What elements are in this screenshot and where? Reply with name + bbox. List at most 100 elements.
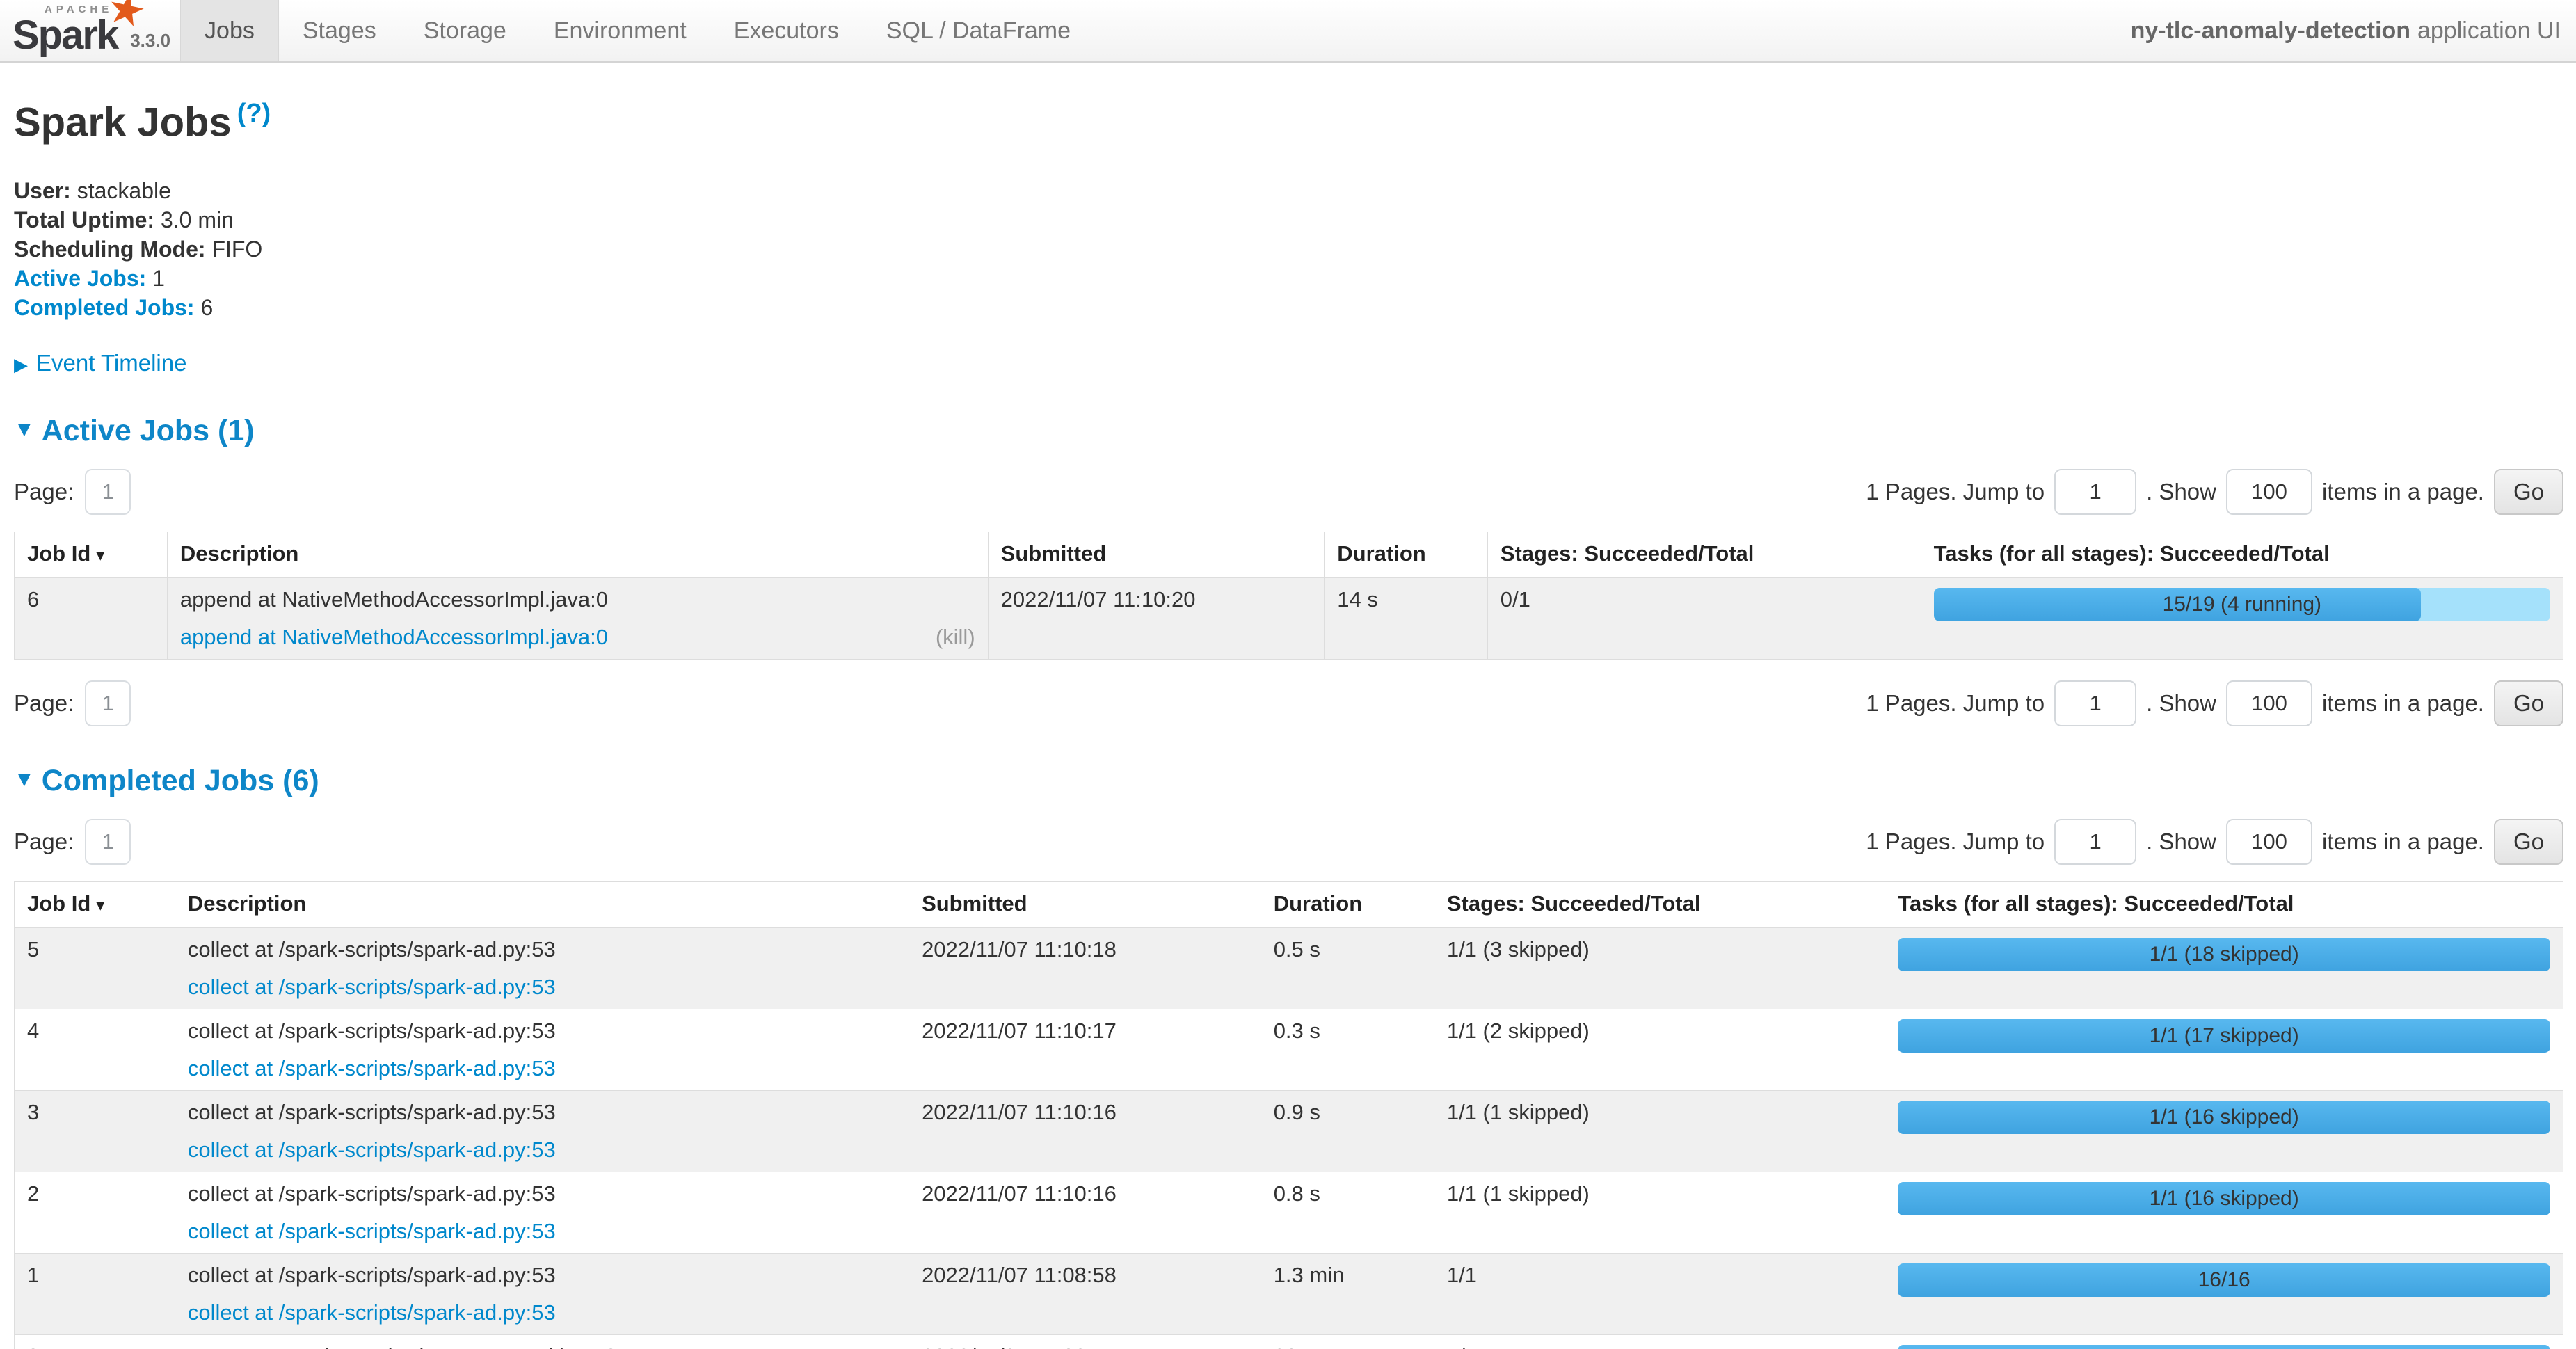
column-description[interactable]: Description	[167, 532, 988, 578]
job-submitted-cell: 2022/11/07 11:10:17	[909, 1009, 1261, 1091]
job-duration-cell: 0.9 s	[1261, 1091, 1434, 1172]
job-tasks-cell: 1/1 (16 skipped)	[1885, 1172, 2563, 1254]
nav-tab-storage[interactable]: Storage	[400, 0, 530, 61]
tasks-progress-bar: 1/1 (18 skipped)	[1898, 938, 2550, 971]
go-button[interactable]: Go	[2494, 819, 2563, 865]
tasks-progress-bar: 1/1 (16 skipped)	[1898, 1101, 2550, 1134]
jump-to-input[interactable]	[2054, 680, 2136, 726]
job-tasks-cell: 1/1	[1885, 1335, 2563, 1349]
summary-value: stackable	[77, 178, 171, 203]
table-row: 3collect at /spark-scripts/spark-ad.py:5…	[15, 1091, 2563, 1172]
show-text: . Show	[2146, 829, 2216, 855]
progress-label: 15/19 (4 running)	[1934, 588, 2550, 621]
nav-tab-jobs[interactable]: Jobs	[180, 0, 279, 61]
progress-label: 1/1 (16 skipped)	[1898, 1101, 2550, 1134]
column-tasks[interactable]: Tasks (for all stages): Succeeded/Total	[1885, 882, 2563, 928]
help-link[interactable]: (?)	[237, 99, 271, 128]
column-tasks[interactable]: Tasks (for all stages): Succeeded/Total	[1921, 532, 2563, 578]
job-description-line2: collect at /spark-scripts/spark-ad.py:53	[188, 1137, 896, 1163]
table-row: 5collect at /spark-scripts/spark-ad.py:5…	[15, 928, 2563, 1009]
page-label: Page:	[14, 829, 74, 855]
items-per-page-input[interactable]	[2226, 819, 2312, 865]
completed-jobs-header[interactable]: ▼Completed Jobs (6)	[14, 764, 2563, 798]
job-description-cell: append at NativeMethodAccessorImpl.java:…	[167, 578, 988, 660]
progress-label: 1/1	[1898, 1345, 2550, 1349]
pagination-left: Page:	[14, 680, 131, 726]
job-description-link[interactable]: collect at /spark-scripts/spark-ad.py:53	[188, 1055, 556, 1082]
column-stages[interactable]: Stages: Succeeded/Total	[1487, 532, 1921, 578]
tasks-progress-bar: 1/1 (17 skipped)	[1898, 1019, 2550, 1053]
page-number-input[interactable]	[85, 680, 131, 726]
tasks-progress-bar: 16/16	[1898, 1263, 2550, 1297]
page-label: Page:	[14, 479, 74, 505]
job-submitted-cell: 2022/11/07 11:10:20	[988, 578, 1325, 660]
summary-label: Total Uptime:	[14, 207, 154, 232]
go-button[interactable]: Go	[2494, 469, 2563, 515]
job-stages-cell: 1/1	[1434, 1335, 1885, 1349]
column-job-id[interactable]: Job Id▾	[15, 882, 175, 928]
nav-tab-executors[interactable]: Executors	[710, 0, 863, 61]
top-navbar: APACHE Spark ★ 3.3.0 JobsStagesStorageEn…	[0, 0, 2576, 63]
job-description-link[interactable]: collect at /spark-scripts/spark-ad.py:53	[188, 974, 556, 1000]
column-duration[interactable]: Duration	[1325, 532, 1487, 578]
jump-to-input[interactable]	[2054, 469, 2136, 515]
summary-value: 6	[200, 295, 213, 320]
job-tasks-cell: 1/1 (18 skipped)	[1885, 928, 2563, 1009]
summary-label-link[interactable]: Active Jobs:	[14, 266, 146, 291]
items-per-page-input[interactable]	[2226, 469, 2312, 515]
job-description-text: collect at /spark-scripts/spark-ad.py:53	[188, 1099, 896, 1126]
page-number-input[interactable]	[85, 469, 131, 515]
event-timeline-label: Event Timeline	[36, 350, 186, 376]
job-duration-cell: 0.8 s	[1261, 1172, 1434, 1254]
nav-tab-environment[interactable]: Environment	[530, 0, 710, 61]
tasks-progress-bar: 1/1	[1898, 1345, 2550, 1349]
job-description-link[interactable]: collect at /spark-scripts/spark-ad.py:53	[188, 1300, 556, 1326]
job-id-cell: 3	[15, 1091, 175, 1172]
job-stages-cell: 1/1 (1 skipped)	[1434, 1091, 1885, 1172]
active-jobs-header[interactable]: ▼Active Jobs (1)	[14, 414, 2563, 448]
job-stages-cell: 0/1	[1487, 578, 1921, 660]
kill-link[interactable]: (kill)	[936, 624, 975, 650]
summary-item: Total Uptime: 3.0 min	[14, 205, 2563, 234]
column-stages[interactable]: Stages: Succeeded/Total	[1434, 882, 1885, 928]
nav-tab-stages[interactable]: Stages	[279, 0, 400, 61]
navbar-tabs: JobsStagesStorageEnvironmentExecutorsSQL…	[180, 0, 1094, 61]
summary-label: User:	[14, 178, 71, 203]
items-per-page-input[interactable]	[2226, 680, 2312, 726]
pages-jump-text: 1 Pages. Jump to	[1866, 690, 2045, 717]
go-button[interactable]: Go	[2494, 680, 2563, 726]
column-job-id[interactable]: Job Id▾	[15, 532, 168, 578]
column-submitted[interactable]: Submitted	[988, 532, 1325, 578]
page-number-input[interactable]	[85, 819, 131, 865]
column-duration[interactable]: Duration	[1261, 882, 1434, 928]
job-description-link[interactable]: append at NativeMethodAccessorImpl.java:…	[180, 624, 608, 650]
column-submitted[interactable]: Submitted	[909, 882, 1261, 928]
job-description-cell: collect at /spark-scripts/spark-ad.py:53…	[175, 1091, 909, 1172]
summary-value: 1	[152, 266, 165, 291]
progress-label: 1/1 (17 skipped)	[1898, 1019, 2550, 1053]
nav-tab-sql-dataframe[interactable]: SQL / DataFrame	[863, 0, 1094, 61]
sort-desc-icon: ▾	[96, 896, 104, 915]
job-duration-cell: 0.5 s	[1261, 928, 1434, 1009]
job-description-text: collect at /spark-scripts/spark-ad.py:53	[188, 1262, 896, 1288]
sort-desc-icon: ▾	[96, 546, 104, 565]
job-description-line2: collect at /spark-scripts/spark-ad.py:53	[188, 974, 896, 1000]
job-description-cell: collect at /spark-scripts/spark-ad.py:53…	[175, 1254, 909, 1335]
job-id-cell: 1	[15, 1254, 175, 1335]
event-timeline-toggle[interactable]: ▶Event Timeline	[14, 350, 2563, 376]
job-stages-cell: 1/1 (2 skipped)	[1434, 1009, 1885, 1091]
column-description[interactable]: Description	[175, 882, 909, 928]
job-submitted-cell: 2022/11/07 11:10:18	[909, 928, 1261, 1009]
job-description-cell: parquet at NativeMethodAccessorImpl.java…	[175, 1335, 909, 1349]
job-description-link[interactable]: collect at /spark-scripts/spark-ad.py:53	[188, 1137, 556, 1163]
items-in-page-text: items in a page.	[2322, 479, 2484, 505]
jump-to-input[interactable]	[2054, 819, 2136, 865]
pagination-right: 1 Pages. Jump to. Showitems in a page.Go	[1866, 819, 2563, 865]
pages-jump-text: 1 Pages. Jump to	[1866, 829, 2045, 855]
summary-label-link[interactable]: Completed Jobs:	[14, 295, 195, 320]
job-description-link[interactable]: collect at /spark-scripts/spark-ad.py:53	[188, 1218, 556, 1245]
job-stages-cell: 1/1 (1 skipped)	[1434, 1172, 1885, 1254]
job-description-cell: collect at /spark-scripts/spark-ad.py:53…	[175, 1172, 909, 1254]
expanded-arrow-icon: ▼	[14, 768, 35, 791]
summary-value: FIFO	[211, 237, 262, 262]
